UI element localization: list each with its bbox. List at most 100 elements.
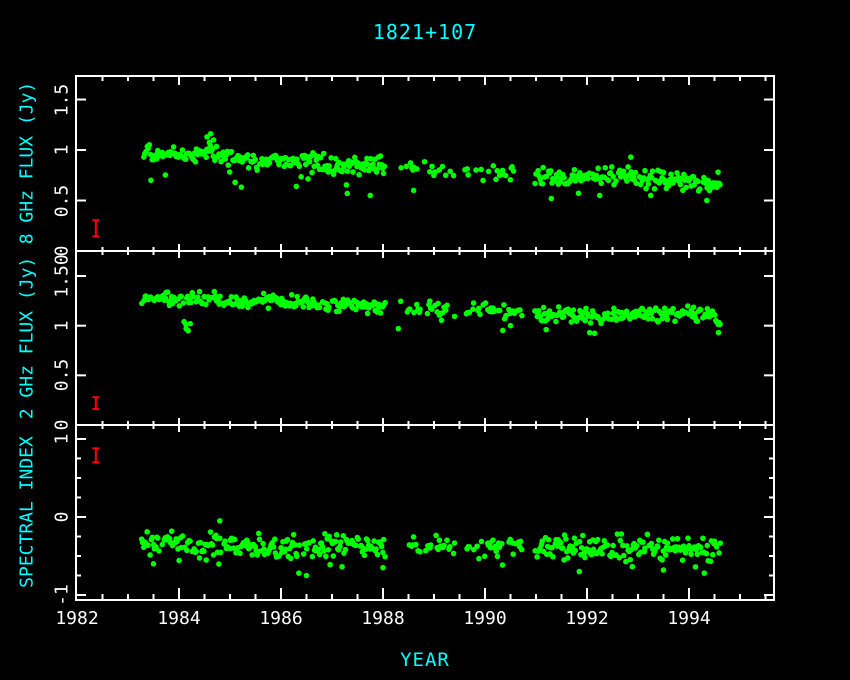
data-point <box>298 174 304 180</box>
data-point <box>577 569 583 575</box>
data-point <box>665 317 671 323</box>
data-point <box>171 144 177 150</box>
data-point <box>417 549 423 555</box>
data-point <box>685 303 691 309</box>
data-point <box>517 307 523 313</box>
data-point <box>532 181 538 187</box>
data-point <box>254 167 260 173</box>
data-point <box>345 168 351 174</box>
y-tick-label: 1.5 <box>52 83 73 116</box>
y-tick-label: 1.50 <box>52 254 73 297</box>
data-point <box>698 544 704 550</box>
data-point <box>367 193 373 199</box>
data-point <box>695 551 701 557</box>
x-tick-label: 1988 <box>361 608 404 629</box>
data-point <box>304 546 310 552</box>
data-point <box>222 538 228 544</box>
data-point <box>339 564 345 570</box>
data-point <box>396 326 402 332</box>
data-point <box>548 168 554 174</box>
data-point <box>435 301 441 307</box>
data-point <box>464 166 470 172</box>
data-point <box>422 159 428 165</box>
data-point <box>477 312 483 318</box>
y-tick-label: 0.5 <box>52 359 73 392</box>
data-point <box>563 536 569 542</box>
data-point <box>500 562 506 568</box>
data-point <box>443 172 449 178</box>
data-point <box>211 137 217 143</box>
data-point <box>476 556 482 562</box>
data-point <box>704 551 710 557</box>
data-point <box>663 552 669 558</box>
data-point <box>465 172 471 178</box>
data-point <box>297 542 303 548</box>
data-point <box>493 177 499 183</box>
data-point <box>178 294 184 300</box>
data-point <box>366 168 372 174</box>
data-point <box>323 554 329 560</box>
data-point <box>597 193 603 199</box>
data-point <box>227 169 233 175</box>
data-point <box>561 175 567 181</box>
data-point <box>675 536 681 542</box>
data-point <box>655 544 661 550</box>
y-tick-label: 0 <box>52 420 73 431</box>
data-point <box>482 554 488 560</box>
data-point <box>550 554 556 560</box>
data-point <box>503 173 509 179</box>
data-point <box>350 169 356 175</box>
data-point <box>381 537 387 543</box>
data-point <box>693 564 699 570</box>
data-point <box>355 536 361 542</box>
data-point <box>381 171 387 177</box>
data-point <box>717 182 723 188</box>
data-point <box>613 178 619 184</box>
data-point <box>147 552 153 558</box>
data-point <box>398 298 404 304</box>
data-point <box>257 537 263 543</box>
data-point <box>151 561 157 567</box>
data-point <box>272 536 278 542</box>
data-point <box>216 561 222 567</box>
data-point <box>561 314 567 320</box>
data-point <box>378 153 384 159</box>
data-point <box>232 537 238 543</box>
data-point <box>414 302 420 308</box>
data-point <box>634 543 640 549</box>
data-point <box>444 537 450 543</box>
y-tick-label: 1 <box>52 145 73 156</box>
x-tick-label: 1992 <box>565 608 608 629</box>
data-point <box>624 178 630 184</box>
data-point <box>495 554 501 560</box>
data-point <box>572 167 578 173</box>
data-point <box>301 304 307 310</box>
data-point <box>210 542 216 548</box>
data-point <box>688 551 694 557</box>
data-point <box>571 307 577 313</box>
data-point <box>599 180 605 186</box>
data-point <box>304 573 310 579</box>
y-tick-label: 1 <box>52 320 73 331</box>
data-point <box>685 535 691 541</box>
data-point <box>648 193 654 199</box>
data-point <box>702 570 708 576</box>
data-point <box>630 564 636 570</box>
data-point <box>365 538 371 544</box>
data-point <box>382 164 388 170</box>
data-point <box>718 540 724 546</box>
data-point <box>185 328 191 334</box>
data-point <box>321 151 327 157</box>
data-point <box>642 168 648 174</box>
data-point <box>356 172 362 178</box>
x-tick-label: 1984 <box>157 608 200 629</box>
data-point <box>429 164 435 170</box>
data-point <box>294 184 300 190</box>
data-point <box>229 149 235 155</box>
data-point <box>188 300 194 306</box>
data-point <box>621 553 627 559</box>
data-point <box>180 533 186 539</box>
data-point <box>239 184 245 190</box>
data-point <box>491 163 497 169</box>
data-point <box>440 164 446 170</box>
